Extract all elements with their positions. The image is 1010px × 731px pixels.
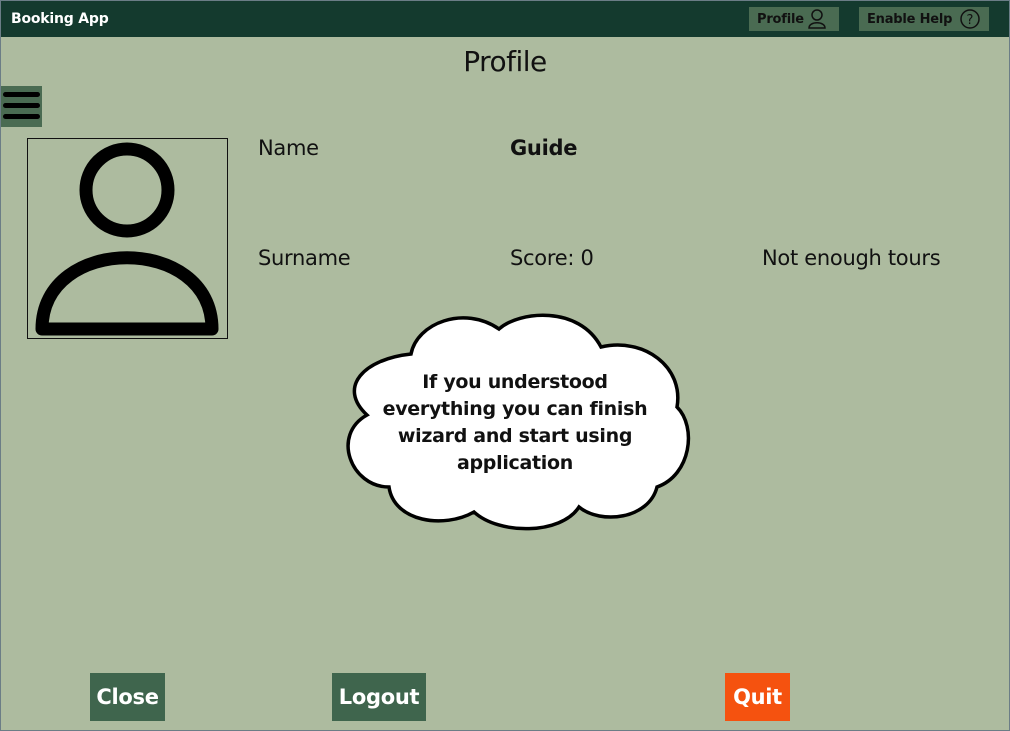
question-icon: ? [959, 8, 981, 35]
app-window: Booking App Profile Enable Help ? Profil… [0, 0, 1010, 731]
enable-help-label: Enable Help [867, 11, 953, 27]
profile-button[interactable]: Profile [749, 7, 839, 31]
name-label: Name [258, 136, 319, 160]
page-title: Profile [463, 45, 547, 78]
help-cloud-message: If you understood everything you can fin… [382, 371, 648, 474]
enable-help-button[interactable]: Enable Help ? [859, 7, 989, 31]
surname-label: Surname [258, 246, 351, 270]
close-button[interactable]: Close [90, 673, 165, 721]
avatar [27, 138, 228, 339]
hamburger-menu-button[interactable] [1, 86, 42, 127]
hamburger-menu-icon [3, 92, 40, 97]
svg-text:?: ? [967, 13, 974, 28]
hamburger-bar [3, 103, 40, 108]
tours-status: Not enough tours [762, 246, 941, 270]
title-bar: Booking App Profile Enable Help ? [1, 1, 1009, 37]
user-avatar-icon [35, 142, 219, 336]
app-title: Booking App [11, 11, 109, 27]
quit-button[interactable]: Quit [725, 673, 790, 721]
logout-button[interactable]: Logout [332, 673, 426, 721]
hamburger-bar [3, 114, 40, 119]
profile-button-label: Profile [757, 11, 804, 27]
score-value: Score: 0 [510, 246, 594, 270]
name-value: Guide [510, 136, 578, 160]
user-icon [807, 8, 827, 35]
